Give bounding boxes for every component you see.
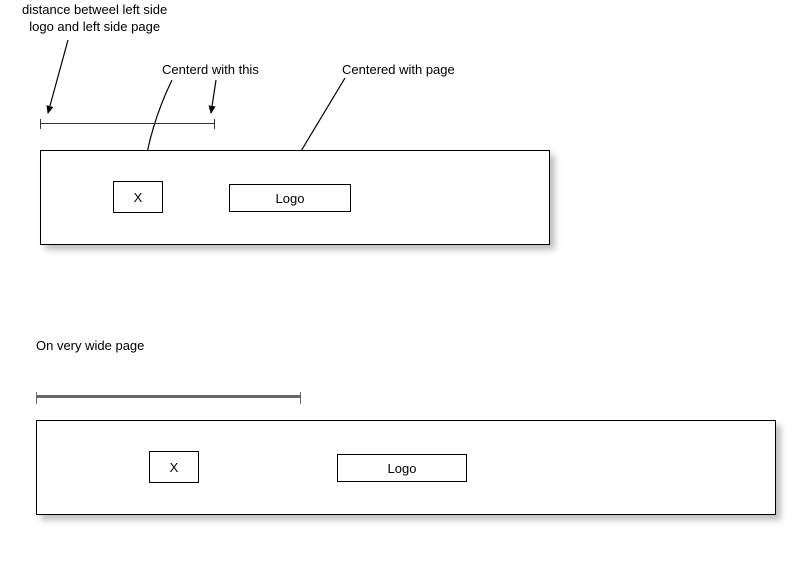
logo-label-1: Logo <box>276 191 305 206</box>
logo-box-1: Logo <box>229 184 351 212</box>
x-box-2: X <box>149 451 199 483</box>
x-box-1: X <box>113 181 163 213</box>
annotation-centered-logo: Centered with page <box>342 62 455 79</box>
page-box-1: X Logo <box>40 150 550 245</box>
annotation-distance: distance betweel left side logo and left… <box>22 2 167 36</box>
x-label-1: X <box>134 190 143 205</box>
annotation-wide-page: On very wide page <box>36 338 144 355</box>
bracket-wide <box>36 395 301 398</box>
page-box-2: X Logo <box>36 420 776 515</box>
logo-label-2: Logo <box>388 461 417 476</box>
logo-box-2: Logo <box>337 454 467 482</box>
bracket-top <box>40 123 215 124</box>
x-label-2: X <box>170 460 179 475</box>
annotation-centered-x: Centerd with this <box>162 62 259 79</box>
